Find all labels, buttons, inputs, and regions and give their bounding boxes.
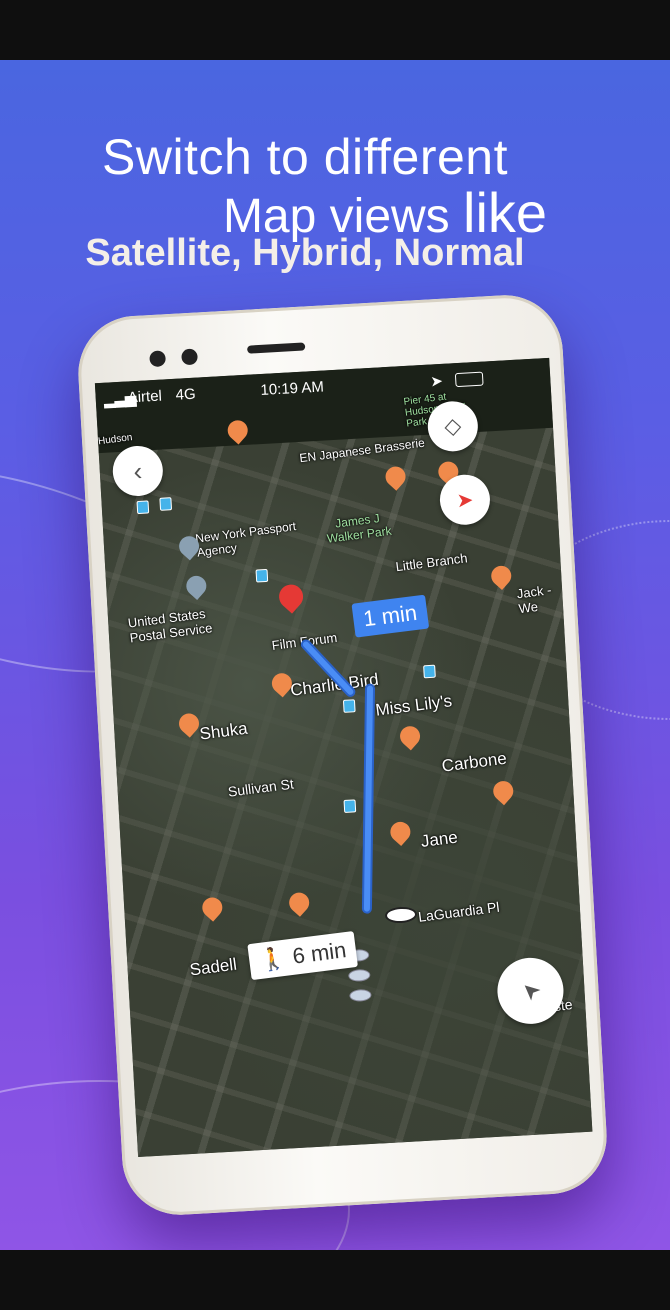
walk-time-bubble[interactable]: 🚶 6 min xyxy=(247,930,359,981)
route-line xyxy=(361,683,376,914)
my-location-button[interactable]: ➤ xyxy=(495,956,566,1026)
location-pin-icon[interactable] xyxy=(274,579,309,614)
map-label: United States Postal Service xyxy=(126,605,214,646)
restaurant-pin-icon[interactable] xyxy=(381,462,410,491)
back-button[interactable]: ‹ xyxy=(111,444,165,498)
map-label: LaGuardia Pl xyxy=(417,898,501,925)
bus-stop-icon[interactable] xyxy=(136,500,150,515)
restaurant-pin-icon[interactable] xyxy=(198,893,227,922)
navigation-arrow-icon: ➤ xyxy=(514,975,546,1007)
map-label: Sadell xyxy=(188,954,238,980)
location-icon: ➤ xyxy=(429,372,444,391)
restaurant-pin-icon[interactable] xyxy=(489,776,518,806)
bus-stop-icon[interactable] xyxy=(159,497,173,511)
battery-icon xyxy=(454,371,484,388)
map-label: Little Branch xyxy=(394,550,469,575)
map-label: New York Passport Agency xyxy=(194,519,297,560)
map-label: Carbone xyxy=(440,748,508,776)
camera xyxy=(181,348,198,366)
speaker xyxy=(247,342,306,354)
restaurant-pin-icon[interactable] xyxy=(386,817,415,847)
layers-icon: ◇ xyxy=(443,412,462,439)
network-type: 4G xyxy=(175,385,197,404)
map-label: Jane xyxy=(419,827,459,851)
phone-screen: ▂▃▅ Airtel 4G 10:19 AM ➤ Pier 45 at Huds… xyxy=(94,357,593,1158)
compass-button[interactable]: ➤ xyxy=(438,473,492,527)
walking-person-icon: 🚶 xyxy=(257,944,289,973)
headline-line3: Satellite, Hybrid, Normal xyxy=(85,232,525,274)
headline-line1: Switch to different xyxy=(101,129,508,185)
map-label: Jack - We xyxy=(515,582,553,617)
phone-mockup: ▂▃▅ Airtel 4G 10:19 AM ➤ Pier 45 at Huds… xyxy=(75,292,610,1218)
satellite-map[interactable]: ▂▃▅ Airtel 4G 10:19 AM ➤ Pier 45 at Huds… xyxy=(94,357,593,1158)
restaurant-pin-icon[interactable] xyxy=(395,722,425,751)
route-time-bubble[interactable]: 1 min xyxy=(351,594,429,638)
compass-icon: ➤ xyxy=(455,488,474,512)
chevron-left-icon: ‹ xyxy=(132,455,143,486)
destination-marker xyxy=(384,906,418,924)
walking-dot xyxy=(348,968,371,983)
bus-stop-icon[interactable] xyxy=(342,699,356,713)
bus-stop-icon[interactable] xyxy=(255,568,269,583)
camera xyxy=(149,350,167,368)
bus-stop-icon[interactable] xyxy=(343,799,357,813)
map-label: Shuka xyxy=(198,718,249,744)
post-office-pin-icon[interactable] xyxy=(182,571,211,601)
restaurant-pin-icon[interactable] xyxy=(285,888,314,917)
map-label: Miss Lily's xyxy=(374,691,454,720)
map-label: James J Walker Park xyxy=(326,511,393,546)
clock: 10:19 AM xyxy=(260,378,325,399)
carrier: Airtel xyxy=(127,387,163,407)
walk-time: 6 min xyxy=(291,937,348,969)
bus-stop-icon[interactable] xyxy=(423,664,436,679)
map-label: Sullivan St xyxy=(226,775,295,800)
restaurant-pin-icon[interactable] xyxy=(487,561,516,590)
promo-banner: Switch to different Map views like Satel… xyxy=(0,60,670,1250)
walking-dot xyxy=(349,988,372,1002)
